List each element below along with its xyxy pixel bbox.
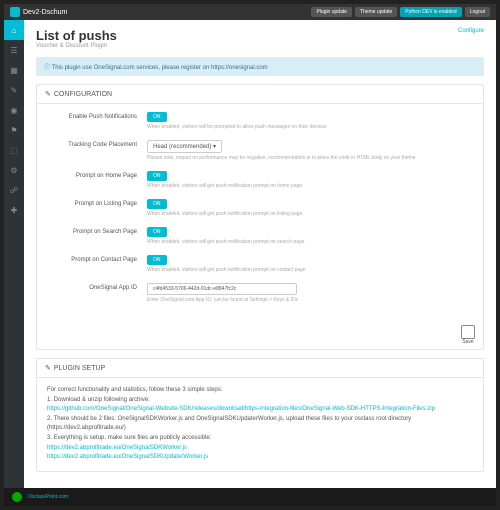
toggle-listing-page[interactable]: ON <box>147 199 167 209</box>
info-banner: ⓘ This plugin use OneSignal.com services… <box>36 57 484 76</box>
shield-icon <box>12 492 22 502</box>
sidebar-item-home[interactable]: ⌂ <box>4 20 24 40</box>
save-icon <box>461 325 475 339</box>
sidebar-item-tools[interactable]: ✚ <box>4 200 24 220</box>
sidebar-item-stats[interactable]: ⬚ <box>4 140 24 160</box>
badge-theme-update[interactable]: Theme update <box>355 7 397 17</box>
configuration-panel: ✎ CONFIGURATION Enable Push Notification… <box>36 84 484 350</box>
toggle-enable-push[interactable]: ON <box>147 112 167 122</box>
toggle-search-page[interactable]: ON <box>147 227 167 237</box>
save-button[interactable]: Save <box>461 325 475 345</box>
main-content: List of pushs Voucher & Discount Plugin … <box>24 20 496 488</box>
page-subtitle: Voucher & Discount Plugin <box>36 43 117 49</box>
download-link[interactable]: https://github.com/OneSignal/OneSignal-W… <box>47 405 473 415</box>
sidebar-item-appearance[interactable]: ◉ <box>4 100 24 120</box>
toggle-home-page[interactable]: ON <box>147 171 167 181</box>
worker-link-2[interactable]: https://dev2.abprofitrade.eu/OneSignalSD… <box>47 453 473 463</box>
logo-icon <box>10 7 20 17</box>
worker-link-1[interactable]: https://dev2.abprofitrade.eu/OneSignalSD… <box>47 444 473 454</box>
info-icon: ⓘ <box>44 65 52 71</box>
sidebar-item-pages[interactable]: ✎ <box>4 80 24 100</box>
footer-brand[interactable]: OsclassPoint.com <box>28 494 68 500</box>
logout-button[interactable]: Logout <box>465 7 490 17</box>
sidebar-item-users[interactable]: ☍ <box>4 180 24 200</box>
sidebar-item-settings[interactable]: ⚙ <box>4 160 24 180</box>
footer-bar: OsclassPoint.com <box>4 488 496 506</box>
setup-panel: ✎ PLUGIN SETUP For correct functionality… <box>36 358 484 472</box>
badge-dev-enabled: Python DEV is enabled <box>400 7 461 17</box>
sidebar-item-categories[interactable]: ▦ <box>4 60 24 80</box>
sidebar: ⌂ ☰ ▦ ✎ ◉ ⚑ ⬚ ⚙ ☍ ✚ <box>4 20 24 488</box>
toggle-contact-page[interactable]: ON <box>147 255 167 265</box>
wrench-icon: ✎ <box>45 90 51 98</box>
badge-plugin-update[interactable]: Plugin update <box>311 7 352 17</box>
top-bar: Dev2-Dschum Plugin update Theme update P… <box>4 4 496 20</box>
page-title: List of pushs <box>36 28 117 43</box>
sidebar-item-listings[interactable]: ☰ <box>4 40 24 60</box>
sidebar-item-plugins[interactable]: ⚑ <box>4 120 24 140</box>
wrench-icon: ✎ <box>45 364 51 372</box>
configure-link[interactable]: Configure <box>458 28 484 34</box>
select-tracking-placement[interactable]: Head (recommended) ▾ <box>147 140 222 153</box>
input-onesignal-appid[interactable]: c4fd4533-5706-442d-91dc-e8847fc2c <box>147 283 297 295</box>
brand-name: Dev2-Dschum <box>23 9 67 16</box>
